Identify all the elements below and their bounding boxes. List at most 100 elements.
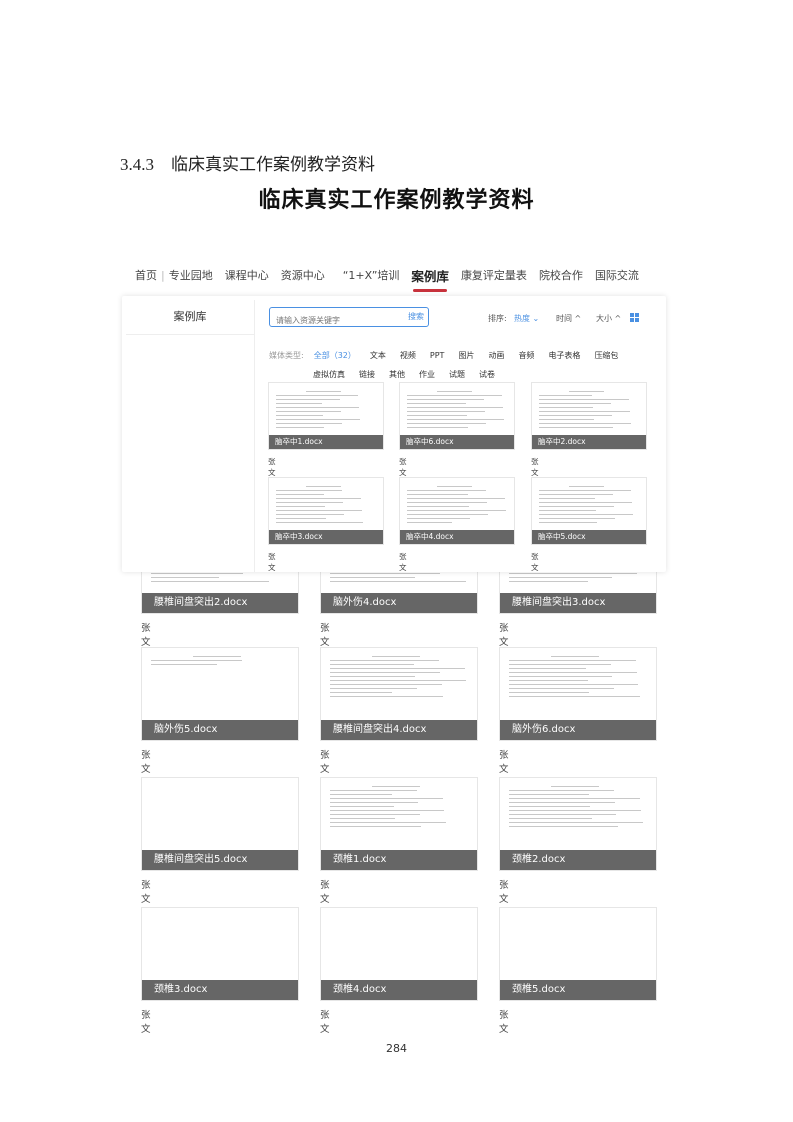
doc-card[interactable]: 颈椎1.docx [320, 777, 478, 871]
doc-filename: 颈椎1.docx [321, 850, 477, 870]
filter-animation[interactable]: 动画 [488, 351, 504, 360]
sort-size[interactable]: 大小 ^ [596, 313, 621, 324]
filter-image[interactable]: 图片 [458, 351, 474, 360]
chevron-up-icon: ^ [614, 314, 622, 323]
doc-card[interactable]: 颈椎2.docx [499, 777, 657, 871]
doc-author: 张文 [141, 750, 151, 775]
search-input[interactable] [270, 311, 402, 330]
doc-author: 张文 [268, 552, 276, 572]
doc-thumbnail [509, 783, 646, 852]
section-heading: 3.4.3 临床真实工作案例教学资料 [120, 150, 375, 175]
filter-exam[interactable]: 试卷 [479, 370, 495, 379]
doc-thumbnail [151, 653, 288, 722]
doc-author: 张文 [399, 552, 407, 572]
doc-card[interactable]: 脑卒中5.docx [531, 477, 647, 545]
chevron-down-icon: ⌄ [532, 314, 540, 323]
doc-filename: 腰椎间盘突出3.docx [500, 593, 656, 613]
doc-filename: 腰椎间盘突出2.docx [142, 593, 298, 613]
main-title: 临床真实工作案例教学资料 [258, 188, 535, 213]
search-button[interactable]: 搜索 [408, 311, 424, 322]
doc-filename: 脑卒中3.docx [269, 530, 383, 544]
doc-author: 张文 [268, 457, 276, 477]
doc-filename: 颈椎3.docx [142, 980, 298, 1000]
section-title: 临床真实工作案例教学资料 [171, 155, 375, 174]
doc-filename: 腰椎间盘突出4.docx [321, 720, 477, 740]
doc-author: 张文 [499, 1010, 509, 1035]
doc-card[interactable]: 脑卒中6.docx [399, 382, 515, 450]
sort-hot-label: 热度 [514, 314, 530, 323]
doc-thumbnail [509, 653, 646, 722]
doc-filename: 脑卒中4.docx [400, 530, 514, 544]
filter-link[interactable]: 链接 [359, 370, 375, 379]
nav-item-training[interactable]: “1+X”培训 [343, 267, 400, 283]
doc-author: 张文 [320, 623, 330, 648]
doc-filename: 颈椎5.docx [500, 980, 656, 1000]
doc-filename: 脑卒中5.docx [532, 530, 646, 544]
doc-thumbnail [406, 388, 507, 431]
sort-size-label: 大小 [596, 314, 612, 323]
doc-card[interactable]: 脑外伤5.docx [141, 647, 299, 741]
nav-separator: | [161, 268, 165, 282]
nav-item-international[interactable]: 国际交流 [595, 267, 639, 283]
doc-card[interactable]: 脑外伤6.docx [499, 647, 657, 741]
doc-filename: 脑卒中6.docx [400, 435, 514, 449]
sort-time-label: 时间 [556, 314, 572, 323]
doc-card[interactable]: 腰椎间盘突出5.docx [141, 777, 299, 871]
nav-item-resources[interactable]: 资源中心 [281, 267, 325, 283]
filter-question[interactable]: 试题 [449, 370, 465, 379]
nav-item-courses[interactable]: 课程中心 [225, 267, 269, 283]
nav-item-profession[interactable]: 专业园地 [169, 267, 213, 283]
doc-thumbnail [538, 483, 639, 526]
filter-all[interactable]: 全部（32） [314, 351, 356, 360]
doc-filename: 腰椎间盘突出5.docx [142, 850, 298, 870]
doc-author: 张文 [499, 750, 509, 775]
nav-item-case-library[interactable]: 案例库 [411, 266, 449, 292]
doc-card[interactable]: 脑卒中2.docx [531, 382, 647, 450]
doc-filename: 脑卒中2.docx [532, 435, 646, 449]
doc-card[interactable]: 脑卒中1.docx [268, 382, 384, 450]
doc-card[interactable]: 颈椎5.docx [499, 907, 657, 1001]
media-type-filters: 媒体类型: 全部（32） 文本 视频 PPT 图片 动画 音频 电子表格 压缩包 虚拟仿真 链接 其他… [269, 346, 649, 384]
sidebar [126, 300, 255, 572]
doc-card[interactable]: 颈椎4.docx [320, 907, 478, 1001]
nav-item-cooperation[interactable]: 院校合作 [539, 267, 583, 283]
doc-thumbnail [538, 388, 639, 431]
filter-text[interactable]: 文本 [370, 351, 386, 360]
sidebar-title[interactable]: 案例库 [126, 300, 254, 335]
nav-item-home[interactable]: 首页 [135, 267, 157, 283]
page-number: 284 [386, 1042, 407, 1055]
doc-filename: 脑外伤6.docx [500, 720, 656, 740]
doc-author: 张文 [399, 457, 407, 477]
filter-simulation[interactable]: 虚拟仿真 [313, 370, 345, 379]
doc-card[interactable]: 颈椎3.docx [141, 907, 299, 1001]
doc-card[interactable]: 脑卒中3.docx [268, 477, 384, 545]
doc-thumbnail [275, 388, 376, 431]
filter-other[interactable]: 其他 [389, 370, 405, 379]
nav-item-assessment-scales[interactable]: 康复评定量表 [461, 267, 527, 283]
doc-card[interactable]: 腰椎间盘突出4.docx [320, 647, 478, 741]
doc-filename: 颈椎2.docx [500, 850, 656, 870]
doc-thumbnail [406, 483, 507, 526]
doc-author: 张文 [141, 1010, 151, 1035]
sort-time[interactable]: 时间 ^ [556, 313, 581, 324]
filter-video[interactable]: 视频 [400, 351, 416, 360]
doc-thumbnail [275, 483, 376, 526]
doc-filename: 颈椎4.docx [321, 980, 477, 1000]
sort-hot[interactable]: 热度 ⌄ [514, 313, 539, 324]
doc-author: 张文 [320, 1010, 330, 1035]
filter-audio[interactable]: 音频 [518, 351, 534, 360]
doc-filename: 脑外伤4.docx [321, 593, 477, 613]
filter-spreadsheet[interactable]: 电子表格 [548, 351, 580, 360]
filter-ppt[interactable]: PPT [430, 351, 445, 360]
doc-card[interactable]: 脑卒中4.docx [399, 477, 515, 545]
grid-view-icon[interactable] [630, 313, 639, 322]
filter-homework[interactable]: 作业 [419, 370, 435, 379]
doc-filename: 脑卒中1.docx [269, 435, 383, 449]
sort-label: 排序: [488, 314, 507, 323]
doc-thumbnail [330, 783, 467, 852]
filter-label: 媒体类型: [269, 351, 304, 360]
top-nav: 首页 | 专业园地 课程中心 资源中心 “1+X”培训 案例库 康复评定量表 院… [135, 262, 655, 292]
doc-author: 张文 [499, 623, 509, 648]
doc-thumbnail [330, 653, 467, 722]
filter-archive[interactable]: 压缩包 [594, 351, 618, 360]
